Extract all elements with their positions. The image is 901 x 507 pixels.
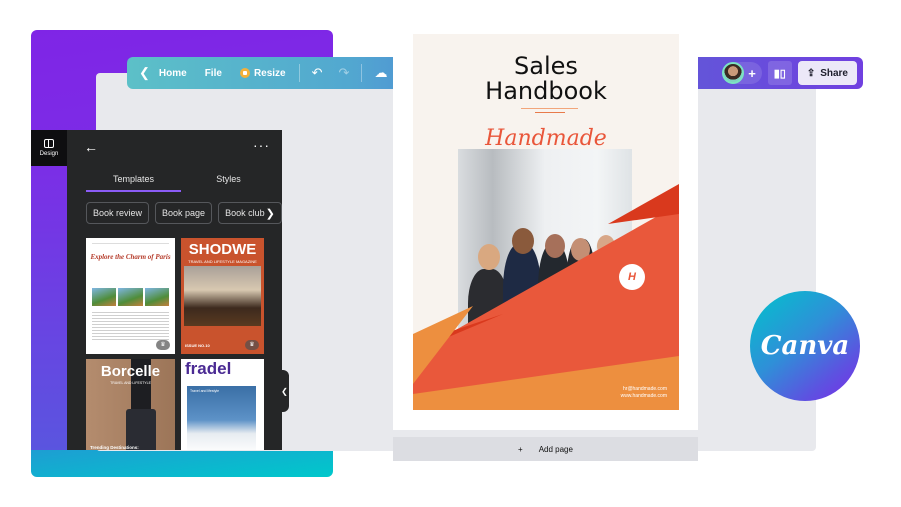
- rail-background: [31, 166, 67, 450]
- add-page-button[interactable]: + Add page: [393, 437, 698, 461]
- template-title: fradel: [185, 359, 232, 378]
- chip-book-club[interactable]: Book club ❯: [218, 202, 282, 224]
- canva-logo: Canva: [750, 291, 860, 401]
- filter-chips: Book review Book page Book club ❯: [86, 202, 282, 224]
- home-label: Home: [158, 67, 187, 79]
- script-heading[interactable]: Handmade: [413, 126, 679, 151]
- upload-icon: ⇪: [806, 67, 816, 79]
- home-button[interactable]: ❮ Home: [127, 57, 196, 89]
- share-button[interactable]: ⇪ Share: [797, 61, 857, 85]
- collapse-panel-handle[interactable]: ❮: [280, 370, 289, 412]
- template-header-rule: [92, 243, 169, 244]
- toolbar-divider: [361, 64, 363, 82]
- template-issue: ISSUE NO.10: [185, 343, 210, 348]
- layout-icon: [44, 139, 54, 148]
- template-subtitle: TRAVEL AND LIFESTYLE: [110, 381, 151, 385]
- template-photos: [92, 288, 169, 306]
- rail-item-design[interactable]: Design: [31, 130, 67, 166]
- tab-styles[interactable]: Styles: [181, 174, 276, 192]
- side-rail: Design: [31, 130, 67, 450]
- canva-promo: ❮ Home File Resize ↶ ↷ ☁ + ▮▯ ⇪ Share De…: [0, 0, 901, 507]
- contact-web: www.handmade.com: [620, 392, 667, 399]
- undo-icon[interactable]: ↶: [304, 65, 331, 81]
- arrow-left-icon[interactable]: ←: [84, 139, 98, 155]
- template-subtitle: TRAVEL AND LIFESTYLE MAGAZINE: [188, 259, 257, 264]
- tab-templates[interactable]: Templates: [86, 174, 181, 192]
- resize-button[interactable]: Resize: [231, 57, 295, 89]
- file-menu-button[interactable]: File: [196, 57, 231, 89]
- chevron-right-icon[interactable]: ❯: [266, 207, 275, 220]
- template-photo: [184, 266, 261, 326]
- template-card-paris[interactable]: Explore the Charm of Paris ♛: [86, 238, 175, 354]
- template-photo: Travel and lifestyle: [187, 386, 256, 450]
- toolbar-divider: [298, 64, 300, 82]
- design-page[interactable]: Sales Handbook Handmade H hr@handmade.co…: [413, 34, 679, 410]
- rail-design-label: Design: [39, 151, 59, 157]
- file-label: File: [204, 67, 222, 79]
- crown-icon: ♛: [156, 340, 170, 350]
- template-card-borcelle[interactable]: Borcelle TRAVEL AND LIFESTYLE Trending D…: [86, 359, 175, 450]
- toolbar-right: + ▮▯ ⇪ Share: [722, 61, 857, 85]
- resize-label: Resize: [253, 67, 286, 79]
- template-body-text: [92, 312, 169, 342]
- cloud-check-icon[interactable]: ☁: [366, 65, 395, 81]
- template-title: Borcelle: [100, 363, 161, 380]
- plus-icon[interactable]: +: [748, 66, 756, 81]
- crown-icon: ♛: [245, 340, 259, 350]
- panel-content: ← ··· Templates Styles Book review Book …: [67, 130, 282, 450]
- redo-icon[interactable]: ↷: [331, 65, 358, 81]
- template-footer: Trending Destinations:: [90, 444, 139, 450]
- add-page-label: Add page: [538, 444, 573, 454]
- plus-icon: +: [518, 444, 523, 454]
- panel-tabs: Templates Styles: [86, 174, 276, 192]
- more-icon[interactable]: ···: [253, 137, 270, 153]
- chip-book-club-label: Book club: [225, 208, 265, 218]
- template-caption: Travel and lifestyle: [190, 389, 220, 393]
- template-grid: Explore the Charm of Paris ♛ SHODWE TRAV…: [86, 238, 266, 450]
- template-card-fradel[interactable]: fradel Travel and lifestyle: [181, 359, 264, 450]
- avatar[interactable]: [722, 62, 745, 84]
- contact-email: hr@handmade.com: [623, 386, 667, 392]
- template-card-shodwe[interactable]: SHODWE TRAVEL AND LIFESTYLE MAGAZINE ISS…: [181, 238, 264, 354]
- side-panel: Design ← ··· Templates Styles Book revie…: [31, 130, 282, 450]
- decorative-shapes: [413, 184, 679, 410]
- collaborators[interactable]: +: [722, 62, 762, 84]
- brand-logo-icon[interactable]: H: [619, 264, 645, 290]
- bar-chart-icon[interactable]: ▮▯: [767, 61, 792, 85]
- template-title: Explore the Charm of Paris: [90, 253, 171, 261]
- template-title: SHODWE: [188, 241, 257, 258]
- contact-info[interactable]: hr@handmade.com www.handmade.com: [621, 386, 667, 399]
- share-label: Share: [820, 67, 848, 79]
- crown-icon: [239, 68, 250, 78]
- chip-book-review[interactable]: Book review: [86, 202, 150, 224]
- canva-logo-text: Canva: [760, 331, 850, 361]
- chip-book-page[interactable]: Book page: [155, 202, 213, 224]
- chevron-left-icon: ❮: [139, 65, 150, 80]
